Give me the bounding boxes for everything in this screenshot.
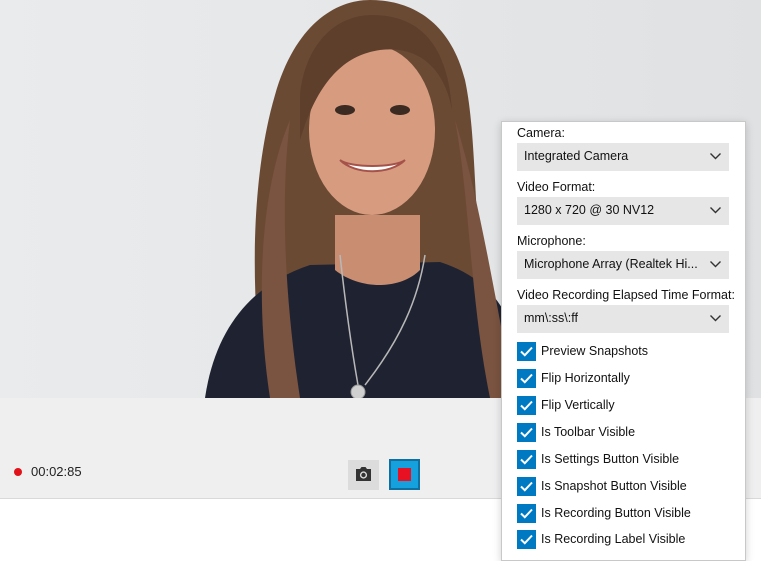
checkbox-label: Is Snapshot Button Visible xyxy=(541,479,687,493)
checkbox-label: Preview Snapshots xyxy=(541,344,649,358)
video-format-select[interactable]: 1280 x 720 @ 30 NV12 xyxy=(517,197,729,225)
recording-button-visible-checkbox[interactable]: Is Recording Button Visible xyxy=(517,504,737,524)
elapsed-time-format-select-value: mm\:ss\:ff xyxy=(524,311,578,325)
checkmark-icon xyxy=(517,423,536,442)
checkmark-icon xyxy=(517,477,536,496)
chevron-down-icon xyxy=(710,207,721,214)
recording-indicator-icon xyxy=(14,468,22,476)
chevron-down-icon xyxy=(710,261,721,268)
snapshot-button-visible-checkbox[interactable]: Is Snapshot Button Visible xyxy=(517,477,737,497)
checkmark-icon xyxy=(517,396,536,415)
chevron-down-icon xyxy=(710,153,721,160)
checkbox-label: Is Settings Button Visible xyxy=(541,452,680,466)
recording-time-label: 00:02:85 xyxy=(31,464,82,479)
checkmark-icon xyxy=(517,342,536,361)
elapsed-time-format-select[interactable]: mm\:ss\:ff xyxy=(517,305,729,333)
camera-select-value: Integrated Camera xyxy=(524,149,629,163)
video-format-select-value: 1280 x 720 @ 30 NV12 xyxy=(524,203,655,217)
snapshot-button[interactable] xyxy=(348,460,379,490)
recording-label-visible-checkbox[interactable]: Is Recording Label Visible xyxy=(517,530,737,550)
microphone-select-value: Microphone Array (Realtek Hi... xyxy=(524,257,698,271)
microphone-select[interactable]: Microphone Array (Realtek Hi... xyxy=(517,251,729,279)
elapsed-time-format-label: Video Recording Elapsed Time Format: xyxy=(517,288,735,302)
checkmark-icon xyxy=(517,369,536,388)
checkmark-icon xyxy=(517,450,536,469)
checkbox-label: Flip Horizontally xyxy=(541,371,630,385)
flip-horizontally-checkbox[interactable]: Flip Horizontally xyxy=(517,369,737,389)
settings-flyout: Camera: Integrated Camera Video Format: … xyxy=(501,121,746,561)
chevron-down-icon xyxy=(710,315,721,322)
preview-snapshots-checkbox[interactable]: Preview Snapshots xyxy=(517,342,737,362)
camera-icon xyxy=(356,467,371,481)
toolbar-visible-checkbox[interactable]: Is Toolbar Visible xyxy=(517,423,737,443)
settings-button-visible-checkbox[interactable]: Is Settings Button Visible xyxy=(517,450,737,470)
checkbox-label: Is Recording Button Visible xyxy=(541,506,691,520)
flip-vertically-checkbox[interactable]: Flip Vertically xyxy=(517,396,737,416)
checkmark-icon xyxy=(517,504,536,523)
checkmark-icon xyxy=(517,530,536,549)
camera-select[interactable]: Integrated Camera xyxy=(517,143,729,171)
microphone-label: Microphone: xyxy=(517,234,586,248)
stop-icon xyxy=(398,468,411,481)
camera-label: Camera: xyxy=(517,126,565,140)
stop-recording-button[interactable] xyxy=(389,459,420,490)
video-format-label: Video Format: xyxy=(517,180,596,194)
checkbox-label: Is Recording Label Visible xyxy=(541,532,686,546)
checkbox-label: Is Toolbar Visible xyxy=(541,425,636,439)
checkbox-label: Flip Vertically xyxy=(541,398,615,412)
